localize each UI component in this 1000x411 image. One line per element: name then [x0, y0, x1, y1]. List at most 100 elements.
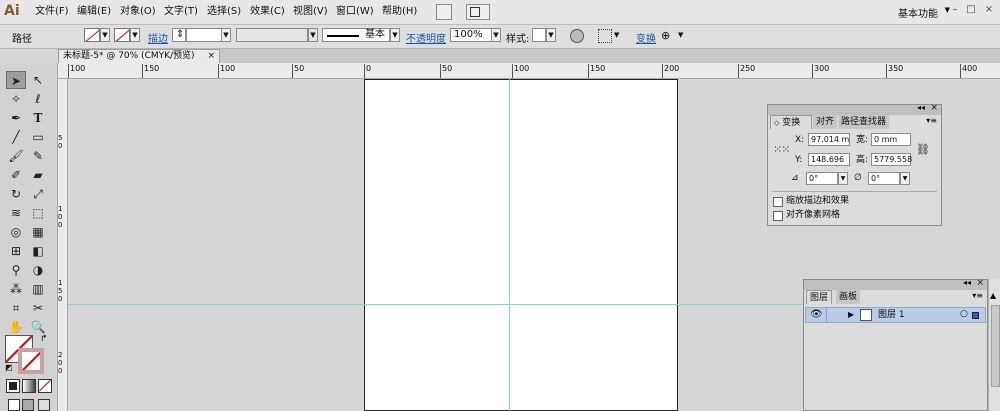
paintbrush-tool-icon[interactable]: 🖌 [6, 147, 26, 165]
swap-fill-stroke-icon[interactable]: ↱ [40, 334, 48, 344]
none-mode-icon[interactable] [38, 379, 52, 393]
mesh-tool-icon[interactable]: ⊞ [6, 242, 26, 260]
stroke-weight-stepper[interactable]: ⇕ [172, 28, 186, 42]
shear-field[interactable]: 0° [868, 172, 900, 185]
scale-strokes-checkbox[interactable] [773, 197, 783, 207]
stroke-dropdown[interactable]: ▼ [130, 28, 140, 42]
screen-mode-icon[interactable] [38, 399, 50, 411]
y-field[interactable]: 148.696 [808, 153, 850, 166]
recolor-artwork-icon[interactable] [570, 29, 584, 43]
width-tool-icon[interactable]: ≋ [6, 204, 26, 222]
selection-indicator[interactable] [972, 312, 979, 319]
panel-menu-icon[interactable]: ▾≡ [972, 291, 983, 300]
selection-tool-icon[interactable]: ➤ [6, 71, 26, 89]
symbol-sprayer-tool-icon[interactable]: ⁂ [6, 280, 26, 298]
menu-view[interactable]: 视图(V) [293, 5, 328, 19]
variable-width-dropdown[interactable]: ▼ [308, 28, 318, 42]
menu-effect[interactable]: 效果(C) [250, 5, 285, 19]
lasso-tool-icon[interactable]: ℓ [28, 90, 48, 108]
panel-menu-icon[interactable]: ▼ [678, 31, 683, 39]
eraser-tool-icon[interactable]: ▰ [28, 166, 48, 184]
artboard-tool-icon[interactable]: ⌗ [6, 299, 26, 317]
align-options-icon[interactable] [598, 29, 612, 43]
panel-title-bar[interactable]: ◂◂ × [768, 103, 941, 115]
draw-behind-icon[interactable] [22, 399, 34, 411]
close-tab-button[interactable]: × [207, 51, 215, 61]
gradient-mode-icon[interactable] [22, 379, 36, 393]
transform-link[interactable]: 变换 [636, 30, 656, 45]
slice-tool-icon[interactable]: ✂ [28, 299, 48, 317]
graphic-style-dropdown[interactable]: ▼ [546, 28, 556, 42]
maximize-button[interactable]: □ [964, 4, 978, 16]
scroll-up-arrow-icon[interactable]: ▲ [990, 291, 996, 300]
direct-selection-tool-icon[interactable]: ↖ [28, 71, 48, 89]
blend-tool-icon[interactable]: ◑ [28, 261, 48, 279]
tab-artboards[interactable]: 画板 [836, 290, 861, 304]
document-tab[interactable]: 未标题-5* @ 70% (CMYK/预览) × [58, 49, 220, 63]
tab-pathfinder[interactable]: 路径查找器 [838, 115, 890, 129]
tab-align[interactable]: 对齐 [813, 115, 838, 129]
rectangle-tool-icon[interactable]: ▭ [28, 128, 48, 146]
width-field[interactable]: 0 mm [871, 133, 911, 146]
vertical-ruler[interactable]: 5 0 1 0 0 1 5 0 2 0 0 [58, 79, 68, 411]
scrollbar-thumb[interactable] [991, 305, 1000, 387]
isolate-object-icon[interactable]: ⊕ [661, 29, 670, 42]
rotate-dropdown[interactable]: ▼ [838, 172, 848, 185]
layer-row[interactable]: 👁 ▶ 图层 1 ○ [805, 307, 986, 323]
height-field[interactable]: 5779.558 [871, 153, 912, 166]
pencil-tool-icon[interactable]: ✎ [28, 147, 48, 165]
layer-name[interactable]: 图层 1 [878, 309, 905, 321]
workspace-switcher[interactable]: 基本功能 [898, 5, 938, 20]
align-pixel-grid-checkbox[interactable] [773, 211, 783, 221]
shear-dropdown[interactable]: ▼ [900, 172, 910, 185]
graphic-style-swatch[interactable] [532, 28, 546, 42]
constrain-proportions-icon[interactable]: ⛓ [916, 143, 930, 156]
expand-triangle-icon[interactable]: ▶ [848, 310, 854, 319]
shape-builder-tool-icon[interactable]: ◎ [6, 223, 26, 241]
stroke-weight-dropdown[interactable]: ▼ [221, 28, 231, 42]
x-field[interactable]: 97.014 m [808, 133, 850, 146]
minimize-button[interactable]: – [948, 4, 962, 16]
color-mode-icon[interactable] [6, 379, 20, 393]
line-tool-icon[interactable]: ╱ [6, 128, 26, 146]
hand-tool-icon[interactable]: ✋ [6, 318, 26, 336]
tab-transform[interactable]: ◇ 变换 [770, 115, 812, 129]
close-icon[interactable]: × [930, 103, 938, 113]
horizontal-ruler[interactable]: 100 150 100 50 0 50 100 150 200 250 300 … [58, 63, 1000, 79]
eyedropper-tool-icon[interactable]: ⚲ [6, 261, 26, 279]
menu-edit[interactable]: 编辑(E) [77, 5, 111, 19]
fill-swatch[interactable] [84, 28, 100, 42]
collapse-icon[interactable]: ◂◂ [917, 103, 925, 112]
opacity-link[interactable]: 不透明度 [406, 30, 446, 45]
target-circle-icon[interactable]: ○ [960, 309, 968, 319]
pen-tool-icon[interactable]: ✒ [6, 109, 26, 127]
stroke-weight-field[interactable] [186, 28, 222, 42]
brush-definition-field[interactable]: 基本 [322, 28, 390, 42]
rotate-tool-icon[interactable]: ↻ [6, 185, 26, 203]
tab-layers[interactable]: 图层 [806, 290, 833, 304]
draw-normal-icon[interactable] [8, 399, 20, 411]
visibility-eye-icon[interactable]: 👁 [810, 309, 823, 320]
panel-menu-icon[interactable]: ▾≡ [926, 116, 937, 125]
free-transform-tool-icon[interactable]: ⬚ [28, 204, 48, 222]
bridge-button[interactable] [436, 4, 452, 20]
menu-window[interactable]: 窗口(W) [336, 5, 374, 19]
collapse-icon[interactable]: ◂◂ [963, 278, 971, 287]
gradient-tool-icon[interactable]: ◧ [28, 242, 48, 260]
variable-width-field[interactable] [236, 28, 308, 42]
type-tool-icon[interactable]: T [28, 109, 48, 127]
rotate-field[interactable]: 0° [806, 172, 838, 185]
menu-file[interactable]: 文件(F) [35, 5, 69, 19]
stroke-swatch[interactable] [114, 28, 130, 42]
menu-object[interactable]: 对象(O) [120, 5, 156, 19]
menu-type[interactable]: 文字(T) [164, 5, 198, 19]
brush-dropdown[interactable]: ▼ [390, 28, 400, 42]
stroke-color-swatch[interactable] [18, 348, 44, 374]
stroke-link[interactable]: 描边 [148, 30, 168, 45]
opacity-dropdown[interactable]: ▼ [491, 28, 501, 42]
default-fill-stroke-icon[interactable]: ◩ [5, 363, 13, 372]
close-icon[interactable]: × [976, 278, 984, 288]
fill-dropdown[interactable]: ▼ [100, 28, 110, 42]
artboard[interactable] [364, 79, 678, 411]
menu-select[interactable]: 选择(S) [207, 5, 241, 19]
